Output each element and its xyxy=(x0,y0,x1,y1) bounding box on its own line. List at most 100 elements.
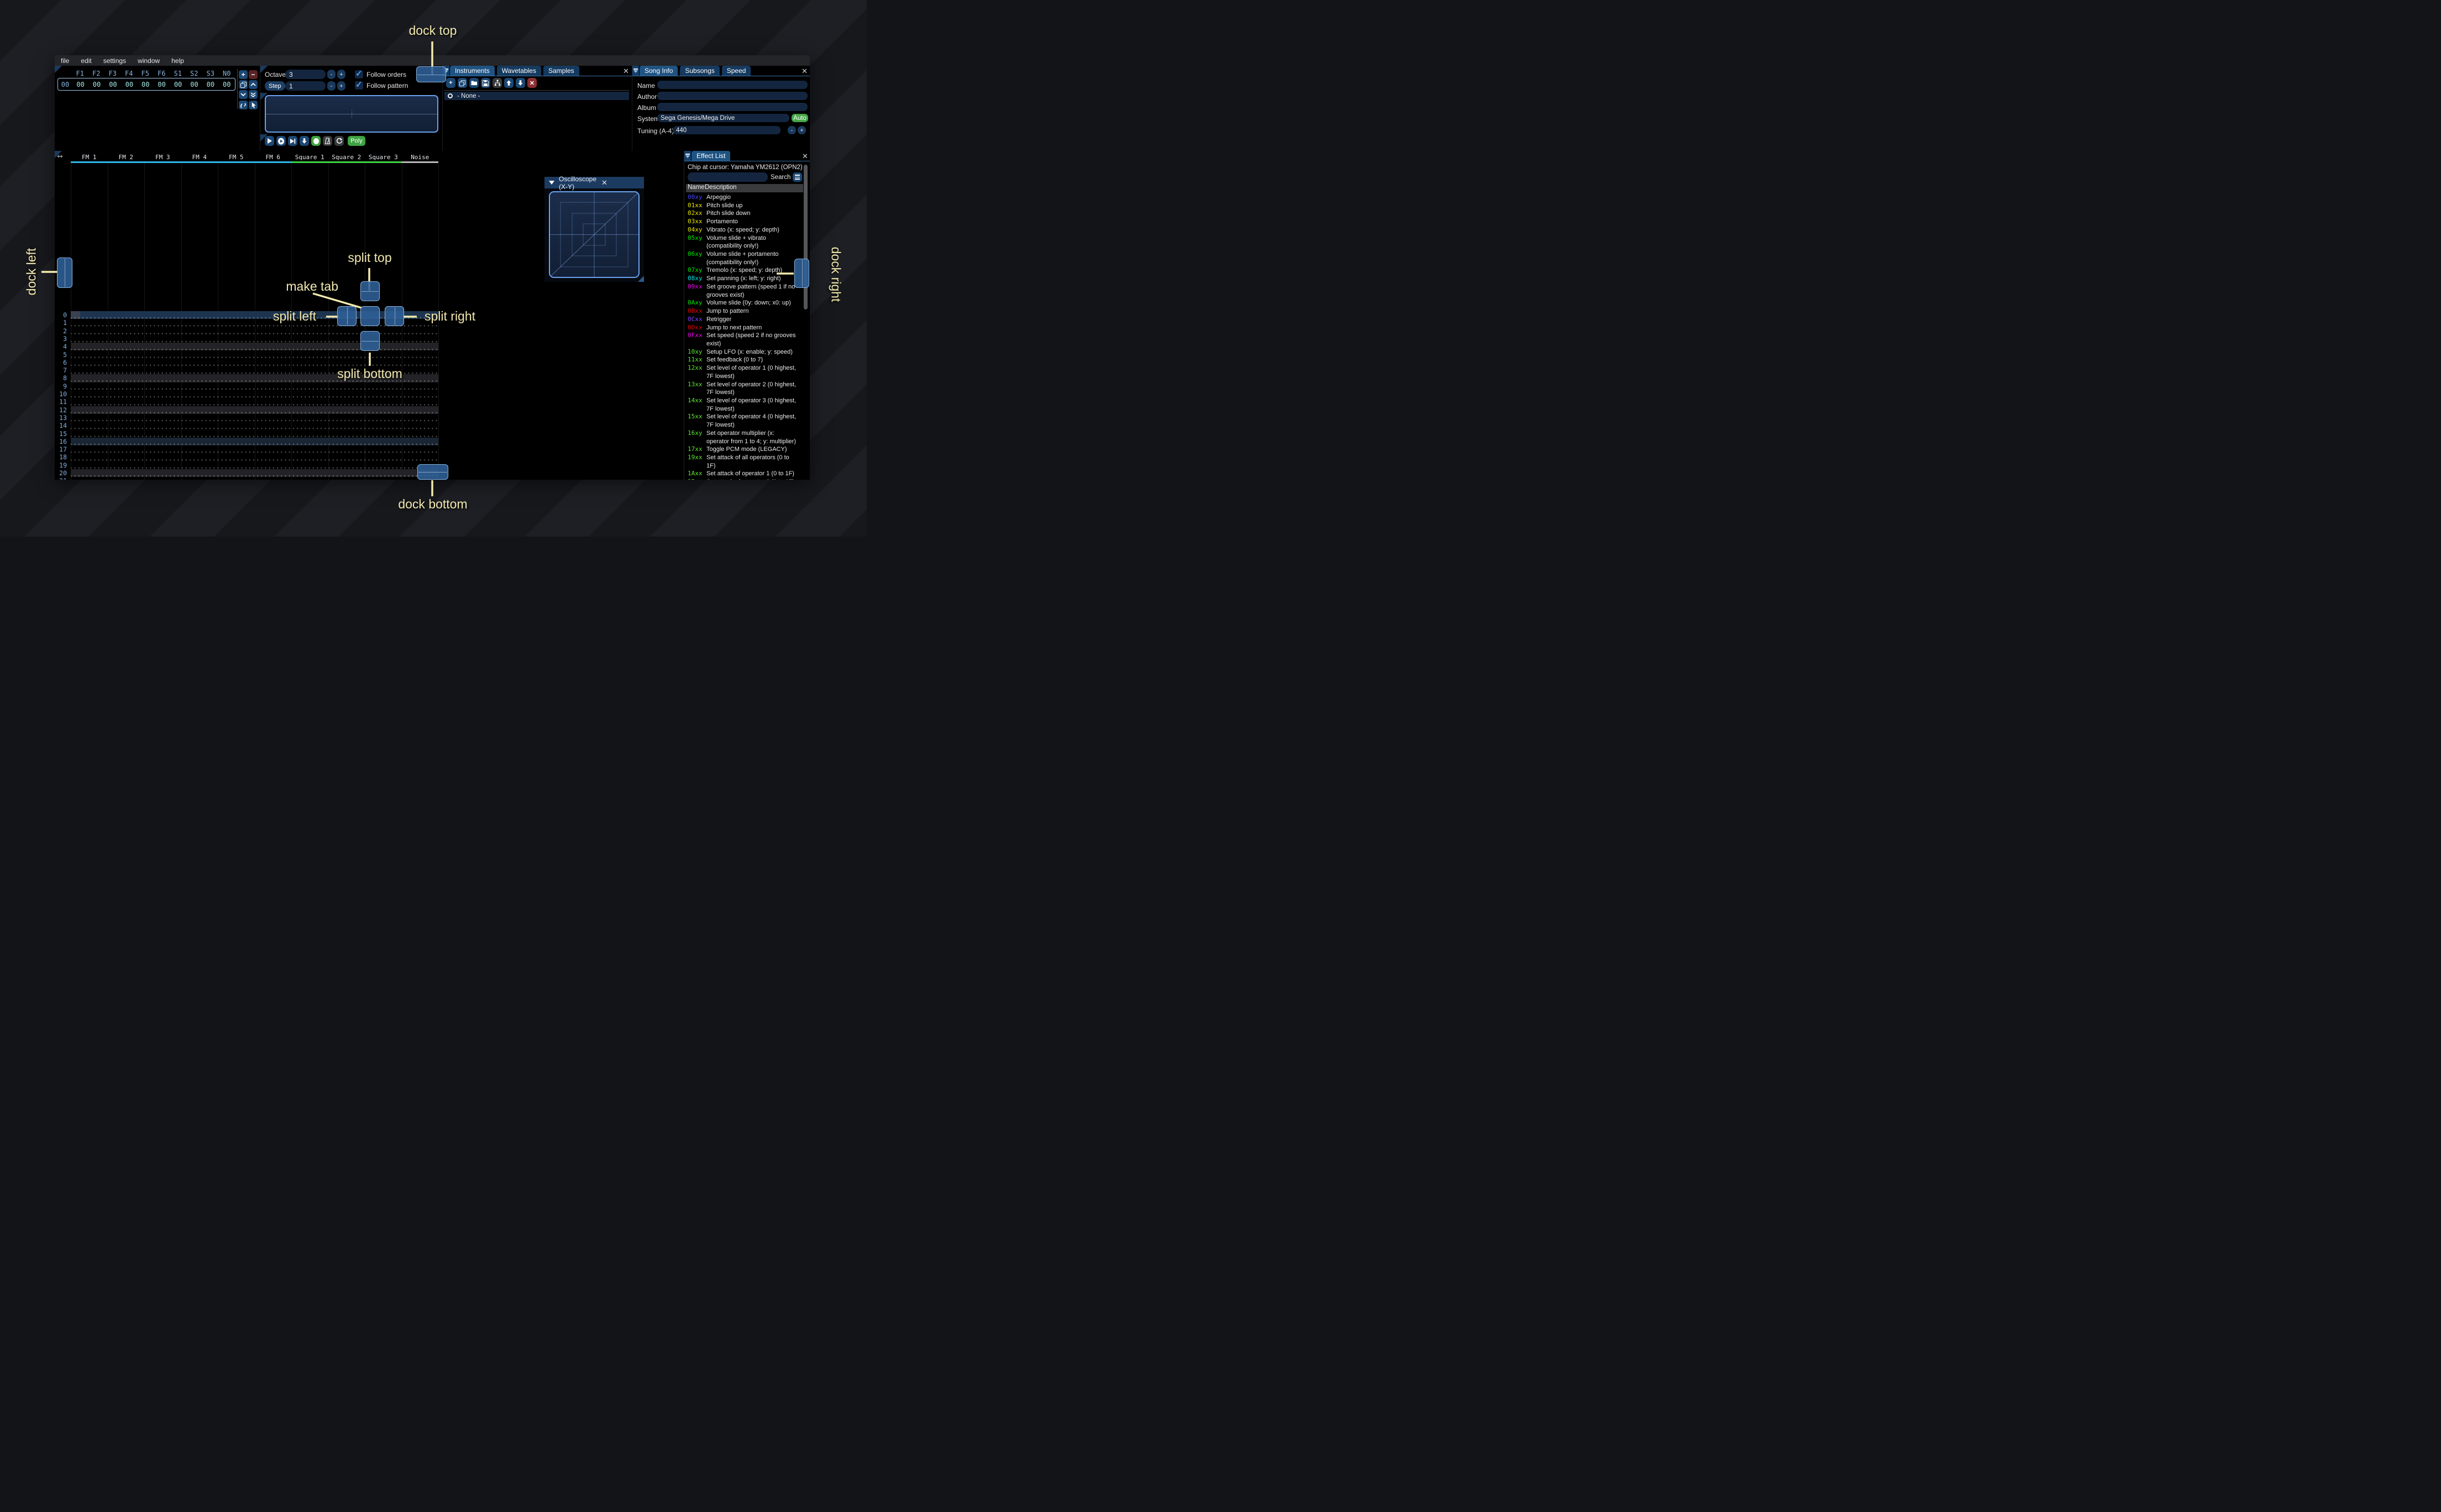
tuning-field[interactable]: 440 xyxy=(673,126,781,134)
order-value[interactable]: 00 xyxy=(105,81,121,88)
close-icon[interactable]: ✕ xyxy=(601,179,640,187)
order-add-button[interactable]: + xyxy=(239,70,248,79)
instrument-delete-button[interactable]: ✕ xyxy=(527,78,537,88)
menu-item-window[interactable]: window xyxy=(138,57,160,65)
effect-row-15xx[interactable]: 15xx Set level of operator 4 (0 highest, … xyxy=(688,413,803,429)
order-value[interactable]: 00 xyxy=(88,81,104,88)
order-change-mode-button[interactable] xyxy=(239,101,248,109)
effect-row-0Cxx[interactable]: 0Cxx Retrigger xyxy=(688,316,803,324)
effect-search-input[interactable] xyxy=(688,172,768,182)
tuning-plus-button[interactable]: + xyxy=(798,126,806,134)
menu-item-edit[interactable]: edit xyxy=(81,57,91,65)
effect-row-16xy[interactable]: 16xy Set operator multiplier (x: operator… xyxy=(688,429,803,445)
step-minus-button[interactable]: - xyxy=(327,81,336,91)
close-icon[interactable]: ✕ xyxy=(802,67,808,76)
name-field[interactable] xyxy=(657,81,808,89)
tab-subsongs[interactable]: Subsongs xyxy=(680,66,720,76)
follow-orders-checkbox[interactable]: ✓ xyxy=(355,69,363,78)
author-field[interactable] xyxy=(657,92,808,100)
channel-header-fm-3[interactable]: FM 3 xyxy=(144,151,181,163)
split-bottom-button[interactable] xyxy=(360,331,380,351)
effect-row-05xy[interactable]: 05xy Volume slide + vibrato (compatibilit… xyxy=(688,234,803,250)
effect-row-1Bxx[interactable]: 1BxxSet attack of operator 2 (0 to 1F) xyxy=(688,478,803,480)
instrument-duplicate-button[interactable] xyxy=(458,78,467,88)
tab-effect-list[interactable]: Effect List xyxy=(692,151,731,161)
dock-bottom-button[interactable] xyxy=(417,464,448,480)
order-down-button[interactable] xyxy=(239,90,248,99)
dock-left-button[interactable] xyxy=(57,258,72,288)
dock-right-button[interactable] xyxy=(794,259,809,288)
effect-row-0Axy[interactable]: 0Axy Volume slide (0y: down; x0: up) xyxy=(688,299,803,307)
effect-row-02xx[interactable]: 02xx Pitch slide down xyxy=(688,209,803,218)
make-tab-button[interactable] xyxy=(360,306,380,326)
order-value[interactable]: 00 xyxy=(121,81,137,88)
menu-item-file[interactable]: file xyxy=(61,57,69,65)
channel-header-noise[interactable]: Noise xyxy=(401,151,438,163)
split-right-button[interactable] xyxy=(385,306,404,326)
order-value[interactable]: 00 xyxy=(154,81,170,88)
instrument-toggle-dir-button[interactable] xyxy=(493,78,502,88)
effect-row-0Bxx[interactable]: 0Bxx Jump to pattern xyxy=(688,307,803,316)
stop-button[interactable] xyxy=(311,136,321,146)
repeat-pattern-button[interactable] xyxy=(334,136,344,146)
play-one-row-button[interactable] xyxy=(288,136,297,146)
tab-speed[interactable]: Speed xyxy=(721,66,751,76)
system-field[interactable]: Sega Genesis/Mega Drive xyxy=(657,114,789,122)
octave-input[interactable]: 3 xyxy=(285,70,326,79)
order-value[interactable]: 00 xyxy=(202,81,218,88)
effect-row-07xy[interactable]: 07xy Tremolo (x: speed; y: depth) xyxy=(688,266,803,275)
octave-plus-button[interactable]: + xyxy=(337,70,345,79)
panel-collapse-button[interactable] xyxy=(684,151,691,161)
effect-row-06xy[interactable]: 06xy Volume slide + portamento (compatibi… xyxy=(688,250,803,266)
effect-row-08xy[interactable]: 08xy Set panning (x: left; y: right) xyxy=(688,275,803,283)
effect-row-03xx[interactable]: 03xx Portamento xyxy=(688,218,803,226)
collapse-triangle-icon[interactable] xyxy=(549,181,554,185)
instrument-save-button[interactable] xyxy=(481,78,490,88)
panel-collapse-button[interactable] xyxy=(632,66,639,76)
channel-header-square-2[interactable]: Square 2 xyxy=(328,151,365,163)
menu-item-settings[interactable]: settings xyxy=(103,57,126,65)
oscilloscope-titlebar[interactable]: Oscilloscope (X-Y) ✕ xyxy=(544,175,644,191)
tab-song-info[interactable]: Song Info xyxy=(640,66,678,76)
channel-header-fm-1[interactable]: FM 1 xyxy=(71,151,108,163)
tab-instruments[interactable]: Instruments xyxy=(450,66,495,76)
play-from-cursor-button[interactable] xyxy=(276,136,286,146)
pattern-expand-button[interactable]: ++ xyxy=(57,154,63,160)
channel-header-fm-6[interactable]: FM 6 xyxy=(254,151,291,163)
order-duplicate-button[interactable] xyxy=(239,80,248,89)
system-auto-button[interactable]: Auto xyxy=(792,114,808,122)
order-edit-mode-button[interactable] xyxy=(249,101,258,109)
order-value[interactable]: 00 xyxy=(170,81,186,88)
effect-row-04xy[interactable]: 04xy Vibrato (x: speed; y: depth) xyxy=(688,226,803,234)
channel-header-fm-5[interactable]: FM 5 xyxy=(218,151,255,163)
order-value[interactable]: 00 xyxy=(138,81,154,88)
tab-wavetables[interactable]: Wavetables xyxy=(496,66,541,76)
order-value[interactable]: 00 xyxy=(219,81,235,88)
effect-row-0Dxx[interactable]: 0Dxx Jump to next pattern xyxy=(688,324,803,332)
order-value[interactable]: 00 xyxy=(186,81,202,88)
effect-row-0Fxx[interactable]: 0Fxx Set speed (speed 2 if no grooves exi… xyxy=(688,332,803,348)
resize-grip[interactable] xyxy=(638,276,644,282)
octave-minus-button[interactable]: - xyxy=(327,70,336,79)
order-deep-clone-button[interactable] xyxy=(249,90,258,99)
step-input[interactable]: 1 xyxy=(285,81,326,91)
instrument-move-down-button[interactable] xyxy=(516,78,525,88)
instrument-list-item-none[interactable]: - None - xyxy=(444,92,629,100)
effect-row-09xx[interactable]: 09xx Set groove pattern (speed 1 if no gr… xyxy=(688,283,803,299)
effect-row-13xx[interactable]: 13xx Set level of operator 2 (0 highest, … xyxy=(688,381,803,397)
effect-row-12xx[interactable]: 12xx Set level of operator 1 (0 highest, … xyxy=(688,364,803,380)
order-remove-button[interactable]: − xyxy=(249,70,258,79)
instrument-add-button[interactable]: + xyxy=(446,78,455,88)
metronome-button[interactable] xyxy=(323,136,332,146)
effect-list-menu-button[interactable] xyxy=(793,172,802,182)
step-button[interactable]: Step xyxy=(265,81,285,91)
follow-pattern-checkbox[interactable]: ✓ xyxy=(355,80,363,90)
effect-row-17xx[interactable]: 17xx Toggle PCM mode (LEGACY) xyxy=(688,445,803,454)
channel-header-square-3[interactable]: Square 3 xyxy=(365,151,402,163)
instrument-open-button[interactable] xyxy=(469,78,479,88)
effect-row-01xx[interactable]: 01xx Pitch slide up xyxy=(688,202,803,210)
instrument-move-up-button[interactable] xyxy=(504,78,514,88)
advance-row-button[interactable] xyxy=(300,136,309,146)
split-top-button[interactable] xyxy=(360,281,380,301)
effect-row-11xx[interactable]: 11xx Set feedback (0 to 7) xyxy=(688,356,803,364)
